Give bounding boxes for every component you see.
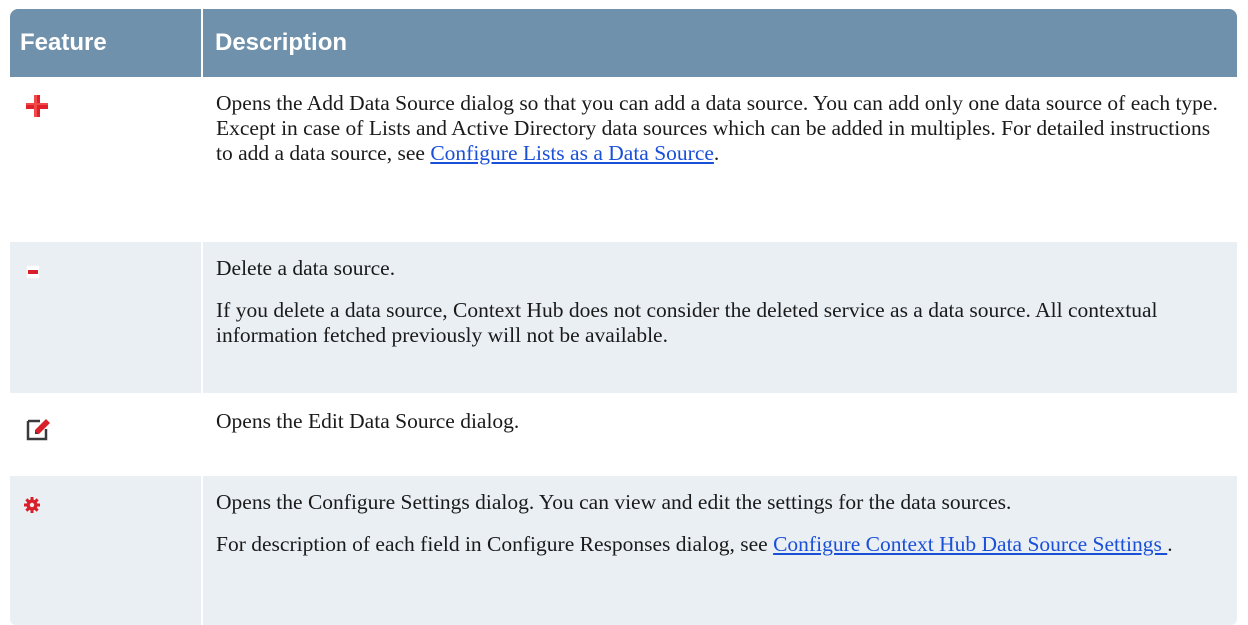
- description-paragraph: Delete a data source.: [216, 256, 396, 280]
- description-text-end: .: [1167, 532, 1173, 556]
- feature-cell: [10, 395, 203, 476]
- minus-icon: [25, 260, 41, 285]
- configure-lists-link[interactable]: Configure Lists as a Data Source: [430, 141, 714, 165]
- description-text: For description of each field in Configu…: [216, 532, 774, 556]
- description-text-end: .: [713, 141, 720, 165]
- gear-icon: [24, 494, 40, 519]
- table-row: Delete a data source. If you delete a da…: [10, 242, 1237, 395]
- feature-cell: [10, 242, 203, 395]
- description-cell: Opens the Configure Settings dialog. You…: [203, 476, 1237, 625]
- description-cell: Opens the Add Data Source dialog so that…: [203, 77, 1237, 242]
- table-row: Opens the Add Data Source dialog so that…: [10, 77, 1237, 242]
- feature-table: Feature Description Opens the Add Data S…: [10, 9, 1237, 625]
- description-cell: Opens the Edit Data Source dialog.: [203, 395, 1237, 476]
- table-header-row: Feature Description: [10, 9, 1237, 77]
- configure-context-hub-settings-link[interactable]: Configure Context Hub Data Source Settin…: [773, 532, 1167, 556]
- plus-icon: [26, 95, 48, 123]
- feature-cell: [10, 77, 203, 242]
- description-paragraph: Opens the Edit Data Source dialog.: [216, 409, 520, 433]
- description-paragraph: Opens the Configure Settings dialog. You…: [216, 490, 1012, 514]
- feature-cell: [10, 476, 203, 625]
- edit-icon: [26, 417, 52, 447]
- description-column-header: Description: [203, 9, 1237, 77]
- description-paragraph: Opens the Add Data Source dialog so that…: [216, 91, 1219, 166]
- description-paragraph: For description of each field in Configu…: [216, 532, 1219, 557]
- description-paragraph: If you delete a data source, Context Hub…: [216, 298, 1158, 347]
- description-cell: Delete a data source. If you delete a da…: [203, 242, 1237, 395]
- feature-column-header: Feature: [10, 9, 203, 77]
- table-row: Opens the Configure Settings dialog. You…: [10, 476, 1237, 625]
- table-row: Opens the Edit Data Source dialog.: [10, 395, 1237, 476]
